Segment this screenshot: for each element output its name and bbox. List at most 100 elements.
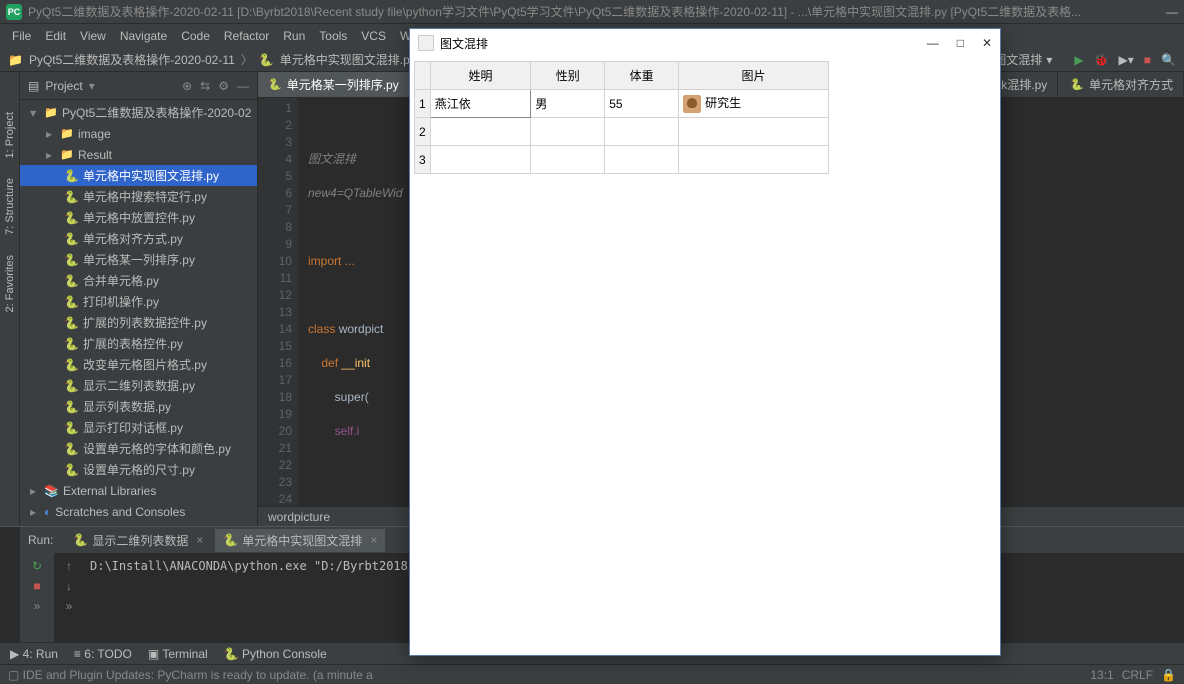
menu-file[interactable]: File (6, 27, 37, 45)
run-tab-1[interactable]: 🐍显示二维列表数据× (65, 529, 211, 552)
tree-file[interactable]: 🐍单元格对齐方式.py (20, 228, 257, 249)
status-position: 13:1 (1090, 668, 1113, 682)
menu-tools[interactable]: Tools (313, 27, 353, 45)
project-drop-icon[interactable]: ▤ (28, 79, 39, 93)
tree-file[interactable]: 🐍显示列表数据.py (20, 396, 257, 417)
run-more-icon[interactable]: ▶▾ (1119, 53, 1134, 67)
table-cell[interactable]: 55 (605, 90, 679, 118)
project-panel: ▤ Project ▾ ⊕ ⇆ ⚙ — ▾📁PyQt5二维数据及表格操作-202… (20, 72, 258, 526)
table-cell[interactable] (679, 118, 829, 146)
status-msg: ▢ IDE and Plugin Updates: PyCharm is rea… (8, 668, 373, 682)
minimize-button[interactable]: — (927, 36, 939, 50)
search-icon[interactable]: 🔍 (1161, 53, 1176, 67)
breadcrumb-root[interactable]: PyQt5二维数据及表格操作-2020-02-11 (29, 51, 235, 68)
debug-icon[interactable]: 🐞 (1094, 53, 1109, 67)
stop-icon[interactable]: ■ (33, 579, 40, 593)
tree-file[interactable]: 🐍设置单元格的字体和颜色.py (20, 438, 257, 459)
tree-external-libs[interactable]: ▸📚External Libraries (20, 480, 257, 501)
table-cell[interactable] (531, 146, 605, 174)
menu-vcs[interactable]: VCS (355, 27, 392, 45)
menu-navigate[interactable]: Navigate (114, 27, 173, 45)
table-cell[interactable]: 男 (531, 90, 605, 118)
close-button[interactable]: ✕ (982, 36, 992, 50)
down-icon[interactable]: ↓ (66, 579, 72, 593)
maximize-button[interactable]: □ (957, 36, 964, 50)
tab-structure[interactable]: 7: Structure (4, 178, 16, 235)
tree-file[interactable]: 🐍设置单元格的尺寸.py (20, 459, 257, 480)
tree-file[interactable]: 🐍单元格某一列排序.py (20, 249, 257, 270)
table-cell[interactable]: 燕江依 (430, 90, 531, 118)
qt-titlebar[interactable]: 图文混排 — □ ✕ (410, 29, 1000, 57)
tree-folder-image[interactable]: ▸📁image (20, 123, 257, 144)
run-label: Run: (28, 533, 53, 547)
python-file-icon: 🐍 (268, 78, 282, 91)
close-icon[interactable]: × (370, 533, 377, 547)
tree-file[interactable]: 🐍单元格中放置控件.py (20, 207, 257, 228)
menu-code[interactable]: Code (175, 27, 216, 45)
table-header[interactable]: 图片 (679, 62, 829, 90)
table-cell[interactable] (430, 146, 531, 174)
run-tab-2[interactable]: 🐍单元格中实现图文混排× (215, 529, 385, 552)
tab-run[interactable]: ▶ 4: Run (10, 647, 58, 661)
more-icon[interactable]: » (66, 599, 73, 613)
table-cell[interactable] (605, 118, 679, 146)
project-header-label[interactable]: Project (45, 79, 82, 93)
menu-view[interactable]: View (74, 27, 112, 45)
table-cell[interactable] (679, 146, 829, 174)
tree-file[interactable]: 🐍合并单元格.py (20, 270, 257, 291)
rerun-icon[interactable]: ↻ (32, 559, 42, 573)
table-header[interactable]: 性别 (531, 62, 605, 90)
tab-project[interactable]: 1: Project (4, 112, 16, 158)
menu-run[interactable]: Run (277, 27, 311, 45)
breadcrumb-file[interactable]: 单元格中实现图文混排.p (280, 51, 410, 68)
row-header[interactable]: 1 (415, 90, 431, 118)
tree-file[interactable]: 🐍改变单元格图片格式.py (20, 354, 257, 375)
editor-tab-right2[interactable]: 🐍单元格对齐方式 (1060, 72, 1184, 97)
tree-root[interactable]: ▾📁PyQt5二维数据及表格操作-2020-02 (20, 102, 257, 123)
table-header[interactable]: 体重 (605, 62, 679, 90)
table-cell[interactable] (430, 118, 531, 146)
table-row[interactable]: 1 燕江依 男 55 研究生 (415, 90, 829, 118)
tree-folder-result[interactable]: ▸📁Result (20, 144, 257, 165)
tree-file[interactable]: 🐍打印机操作.py (20, 291, 257, 312)
tree-file[interactable]: 🐍扩展的列表数据控件.py (20, 312, 257, 333)
tree-file[interactable]: 🐍扩展的表格控件.py (20, 333, 257, 354)
stop-icon[interactable]: ■ (1144, 53, 1151, 67)
qt-popup-window[interactable]: 图文混排 — □ ✕ 姓明 性别 体重 图片 1 燕江依 男 55 研究生 (409, 28, 1001, 656)
left-gutter: 1: Project 7: Structure 2: Favorites (0, 72, 20, 526)
menu-edit[interactable]: Edit (39, 27, 72, 45)
window-titlebar: PC PyQt5二维数据及表格操作-2020-02-11 [D:\Byrbt20… (0, 0, 1184, 24)
table-row[interactable]: 3 (415, 146, 829, 174)
hide-icon[interactable]: — (237, 79, 249, 93)
more-icon[interactable]: » (34, 599, 41, 613)
table-cell[interactable]: 研究生 (679, 90, 829, 118)
qt-table[interactable]: 姓明 性别 体重 图片 1 燕江依 男 55 研究生 2 3 (414, 61, 829, 174)
tree-file[interactable]: 🐍显示二维列表数据.py (20, 375, 257, 396)
gear-icon[interactable]: ⚙ (218, 79, 229, 93)
table-cell[interactable] (531, 118, 605, 146)
tab-terminal[interactable]: ▣ Terminal (148, 647, 208, 661)
table-row[interactable]: 2 (415, 118, 829, 146)
close-icon[interactable]: × (196, 533, 203, 547)
table-cell[interactable] (605, 146, 679, 174)
tab-todo[interactable]: ≡ 6: TODO (74, 647, 132, 661)
tree-file[interactable]: 🐍显示打印对话框.py (20, 417, 257, 438)
table-header[interactable]: 姓明 (430, 62, 531, 90)
row-header[interactable]: 2 (415, 118, 431, 146)
tree-file[interactable]: 🐍单元格中实现图文混排.py (20, 165, 257, 186)
menu-refactor[interactable]: Refactor (218, 27, 275, 45)
tree-scratches[interactable]: ▸◐Scratches and Consoles (20, 501, 257, 522)
app-icon: PC (6, 4, 22, 20)
target-icon[interactable]: ⊕ (182, 79, 192, 93)
qt-window-icon (418, 35, 434, 51)
run-icon[interactable]: ▶ (1074, 53, 1083, 67)
up-icon[interactable]: ↑ (66, 559, 72, 573)
row-header[interactable]: 3 (415, 146, 431, 174)
minimize-button[interactable]: — (1166, 5, 1178, 19)
tab-python-console[interactable]: 🐍 Python Console (224, 647, 327, 661)
editor-tab[interactable]: 🐍单元格某一列排序.py (258, 72, 410, 97)
collapse-icon[interactable]: ⇆ (200, 79, 210, 93)
status-encoding: CRLF (1122, 668, 1153, 682)
tab-favorites[interactable]: 2: Favorites (4, 255, 16, 312)
tree-file[interactable]: 🐍单元格中搜索特定行.py (20, 186, 257, 207)
